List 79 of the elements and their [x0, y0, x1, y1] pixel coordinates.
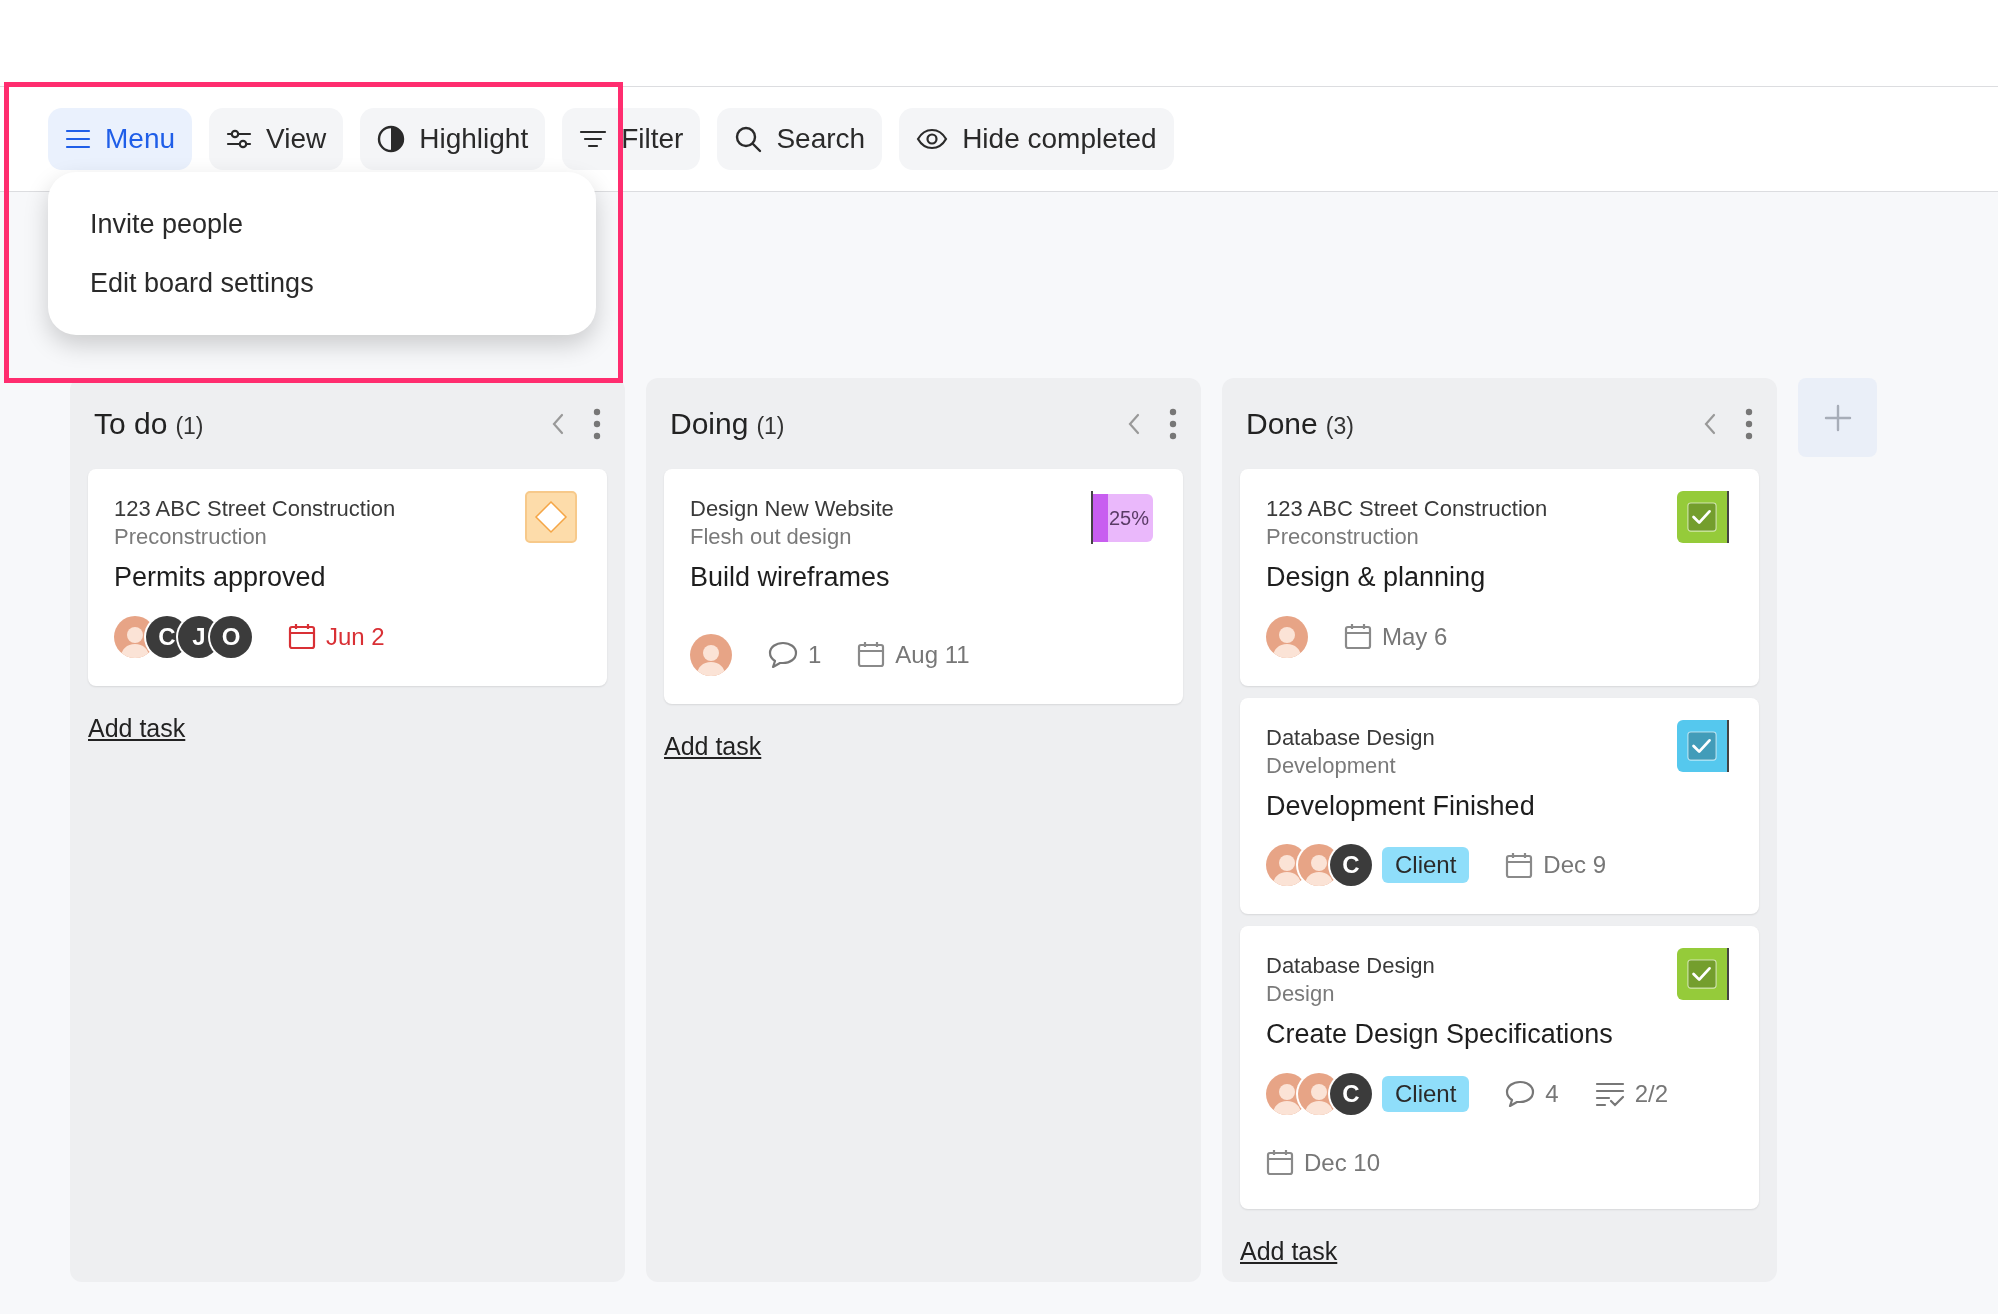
- check-icon: [1687, 959, 1717, 989]
- menu-icon: [65, 128, 91, 150]
- checklist-icon: [1594, 1080, 1625, 1107]
- diamond-icon: [534, 500, 568, 534]
- project-name: Database Design: [1266, 952, 1435, 980]
- column-count: (1): [756, 412, 785, 441]
- calendar-icon: [857, 641, 886, 668]
- column-title: Doing: [670, 406, 749, 442]
- contrast-icon: [377, 125, 406, 153]
- due-date: Jun 2: [326, 621, 385, 652]
- due-date: Dec 9: [1543, 850, 1607, 880]
- toolbar-button[interactable]: Highlight: [360, 108, 546, 170]
- calendar-icon: [1505, 851, 1534, 879]
- menu-item[interactable]: Invite people: [48, 194, 596, 254]
- sliders-icon: [226, 127, 253, 151]
- comment-count: 4: [1545, 1078, 1559, 1109]
- more-options-icon[interactable]: [1745, 407, 1753, 440]
- add-task-link[interactable]: Add task: [664, 727, 762, 765]
- toolbar-button[interactable]: Search: [717, 108, 883, 170]
- project-name: Database Design: [1266, 723, 1435, 752]
- complete-checkbox[interactable]: [1677, 948, 1729, 1000]
- chevron-left-icon[interactable]: [1703, 412, 1717, 435]
- filter-icon: [579, 129, 608, 149]
- add-task-link[interactable]: Add task: [1240, 1232, 1338, 1270]
- section-name: Preconstruction: [1266, 523, 1420, 551]
- calendar-icon: [288, 623, 316, 650]
- project-name: 123 ABC Street Construction: [114, 495, 396, 523]
- tag: Client: [1382, 1075, 1470, 1112]
- due-date: Dec 10: [1304, 1147, 1381, 1178]
- task-card[interactable]: Database Design Development Development Finished C Client Dec 9: [1240, 697, 1759, 914]
- menu-item[interactable]: Edit board settings: [48, 253, 596, 313]
- toolbar-button[interactable]: Hide completed: [899, 108, 1174, 170]
- section-name: Design: [1266, 980, 1336, 1008]
- due-date: May 6: [1382, 621, 1448, 652]
- calendar-icon: [1344, 623, 1372, 650]
- add-task-link[interactable]: Add task: [88, 709, 186, 747]
- more-options-icon[interactable]: [1169, 407, 1177, 440]
- progress-label: 25%: [1108, 505, 1149, 531]
- task-title: Permits approved: [114, 561, 327, 594]
- tag: Client: [1382, 847, 1470, 883]
- task-title: Design & planning: [1266, 561, 1487, 594]
- due-date: Aug 11: [895, 639, 970, 670]
- calendar-icon: [1266, 1149, 1294, 1176]
- complete-checkbox[interactable]: [1677, 719, 1729, 772]
- task-card[interactable]: Database Design Design Create Design Specifications C Client 4 2/2 Dec 10: [1240, 926, 1759, 1209]
- search-icon: [734, 125, 763, 153]
- task-title: Create Design Specifications: [1266, 1018, 1614, 1051]
- task-title: Development Finished: [1266, 789, 1536, 823]
- comment-icon: [1505, 1079, 1536, 1108]
- task-card[interactable]: 123 ABC Street Construction Preconstruction Design & planning May 6: [1240, 469, 1759, 686]
- chevron-left-icon[interactable]: [551, 412, 565, 435]
- column-title: To do: [94, 406, 168, 442]
- task-title: Build wireframes: [690, 561, 891, 594]
- task-card[interactable]: Design New Website Flesh out design 25% Build wireframes 1 Aug 11: [664, 469, 1183, 704]
- task-card[interactable]: 123 ABC Street Construction Preconstruction Permits approved C J O Jun 2: [88, 469, 607, 686]
- section-name: Preconstruction: [114, 523, 268, 551]
- toolbar-button[interactable]: Menu: [48, 108, 193, 170]
- column-title: Done: [1246, 406, 1318, 442]
- subtask-count: 2/2: [1634, 1078, 1669, 1109]
- check-icon: [1687, 730, 1717, 761]
- column-count: (1): [175, 412, 204, 441]
- check-icon: [1687, 502, 1717, 532]
- toolbar-button[interactable]: View: [209, 108, 344, 170]
- initial-avatar: C: [1330, 844, 1372, 886]
- section-name: Flesh out design: [690, 523, 853, 551]
- section-name: Development: [1266, 751, 1397, 780]
- chevron-left-icon[interactable]: [1127, 412, 1141, 435]
- column-count: (3): [1325, 412, 1354, 441]
- project-name: Design New Website: [690, 495, 894, 523]
- initial-avatar: O: [210, 615, 252, 658]
- complete-checkbox[interactable]: [1677, 491, 1729, 543]
- eye-icon: [916, 128, 949, 150]
- project-name: 123 ABC Street Construction: [1266, 495, 1548, 523]
- comment-count: 1: [808, 639, 822, 670]
- toolbar-button[interactable]: Filter: [562, 108, 701, 170]
- comment-icon: [768, 640, 798, 669]
- plus-icon: [1823, 403, 1852, 432]
- initial-avatar: C: [1330, 1072, 1372, 1115]
- more-options-icon[interactable]: [593, 407, 601, 440]
